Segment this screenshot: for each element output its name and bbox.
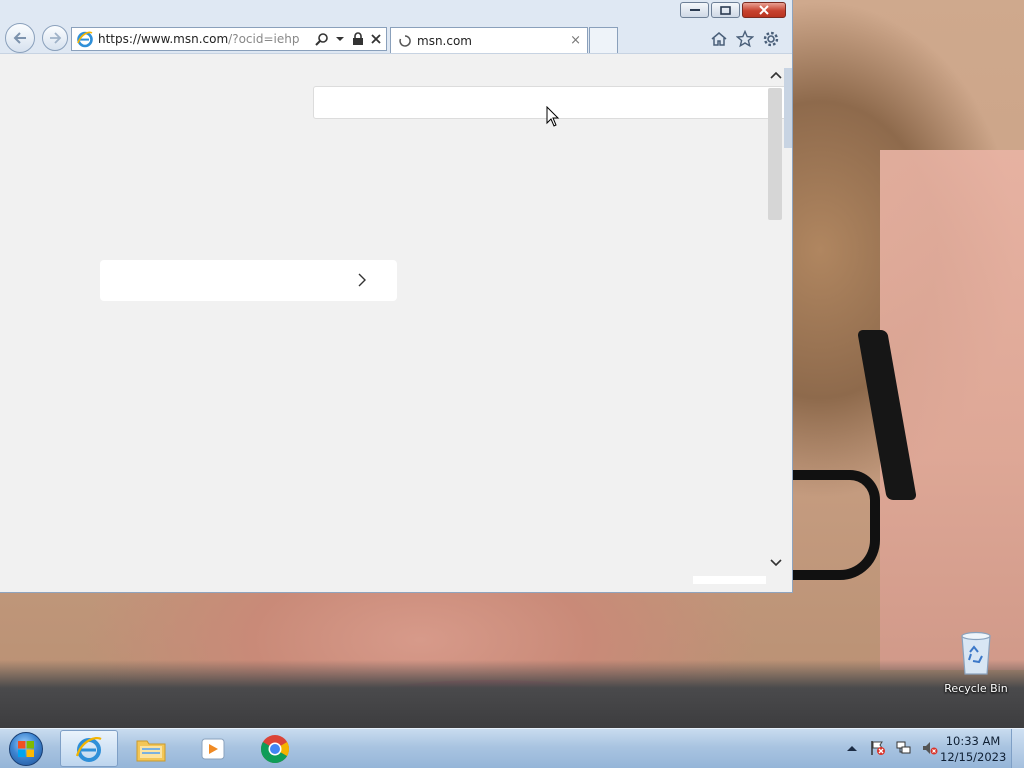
recycle-bin-icon	[961, 631, 991, 675]
settings-gear-icon[interactable]	[761, 29, 781, 49]
stop-icon[interactable]	[368, 31, 384, 47]
forward-arrow-icon	[50, 32, 62, 44]
content-card[interactable]	[100, 260, 397, 301]
ie-icon	[75, 736, 102, 762]
url-host: www.msn.com	[141, 32, 229, 46]
ie-page-icon	[77, 31, 93, 48]
wallpaper-shirt	[0, 660, 1024, 728]
folder-icon	[136, 740, 166, 761]
taskbar-chrome[interactable]	[246, 730, 304, 767]
taskbar-media-player[interactable]	[184, 730, 242, 767]
taskbar-windows-explorer[interactable]	[122, 730, 180, 767]
network-icon[interactable]	[896, 740, 912, 756]
media-player-icon	[201, 738, 225, 759]
clock-time: 10:33 AM	[945, 734, 1001, 748]
tab-close-button[interactable]: ×	[570, 34, 581, 47]
taskbar-internet-explorer[interactable]	[60, 730, 118, 767]
clock-date: 12/15/2023	[940, 750, 1007, 764]
tab-title: msn.com	[417, 33, 472, 48]
loading-spinner-icon	[399, 34, 411, 47]
windows-logo-icon	[9, 732, 43, 766]
window-caption-buttons	[680, 2, 786, 18]
url-text[interactable]: https://www.msn.com/?ocid=iehp	[98, 32, 314, 46]
page-content	[0, 53, 792, 592]
show-desktop-button[interactable]	[1011, 729, 1024, 768]
address-bar[interactable]: https://www.msn.com/?ocid=iehp	[71, 27, 387, 51]
dropdown-arrow-icon[interactable]	[332, 31, 348, 47]
minimize-icon	[689, 9, 700, 11]
url-protocol: https://	[98, 32, 142, 46]
minimize-button[interactable]	[680, 2, 709, 18]
ie-browser-window: https://www.msn.com/?ocid=iehp msn.com ×	[0, 0, 792, 592]
restore-button[interactable]	[711, 2, 740, 18]
system-tray	[844, 740, 938, 756]
url-path: /?ocid=iehp	[228, 32, 300, 46]
new-tab-button[interactable]	[589, 27, 618, 53]
recycle-bin-label: Recycle Bin	[944, 682, 1008, 695]
tab-msn[interactable]: msn.com ×	[390, 27, 588, 53]
close-window-button[interactable]	[742, 2, 786, 18]
wallpaper-glasses	[790, 470, 880, 580]
page-footer-strip	[693, 576, 766, 584]
toolbar-icons	[709, 29, 781, 49]
vertical-scrollbar[interactable]	[766, 68, 786, 573]
favorites-star-icon[interactable]	[735, 29, 755, 49]
close-icon	[759, 5, 769, 15]
action-center-flag-icon[interactable]	[870, 740, 886, 756]
system-clock[interactable]: 10:33 AM 12/15/2023	[940, 733, 1006, 765]
chrome-icon	[260, 734, 289, 763]
scroll-up-arrow-icon[interactable]	[768, 68, 784, 82]
back-button[interactable]	[5, 23, 35, 53]
lock-icon[interactable]	[350, 31, 366, 47]
forward-button[interactable]	[42, 25, 68, 51]
show-hidden-icons-arrow-icon[interactable]	[844, 740, 860, 756]
recycle-bin-shortcut[interactable]: Recycle Bin	[936, 630, 1016, 704]
wallpaper-towel	[880, 150, 1024, 670]
scrollbar-thumb[interactable]	[768, 88, 782, 220]
window-side-edge	[784, 68, 792, 148]
volume-muted-icon[interactable]	[922, 740, 938, 756]
start-button[interactable]	[6, 730, 46, 768]
search-icon[interactable]	[314, 31, 330, 47]
back-arrow-icon	[13, 32, 26, 44]
restore-icon	[720, 5, 731, 15]
chevron-right-icon	[358, 273, 366, 287]
scroll-down-arrow-icon[interactable]	[768, 556, 784, 570]
mouse-cursor-icon	[546, 106, 560, 127]
taskbar: 10:33 AM 12/15/2023	[0, 728, 1024, 768]
home-icon[interactable]	[709, 29, 729, 49]
